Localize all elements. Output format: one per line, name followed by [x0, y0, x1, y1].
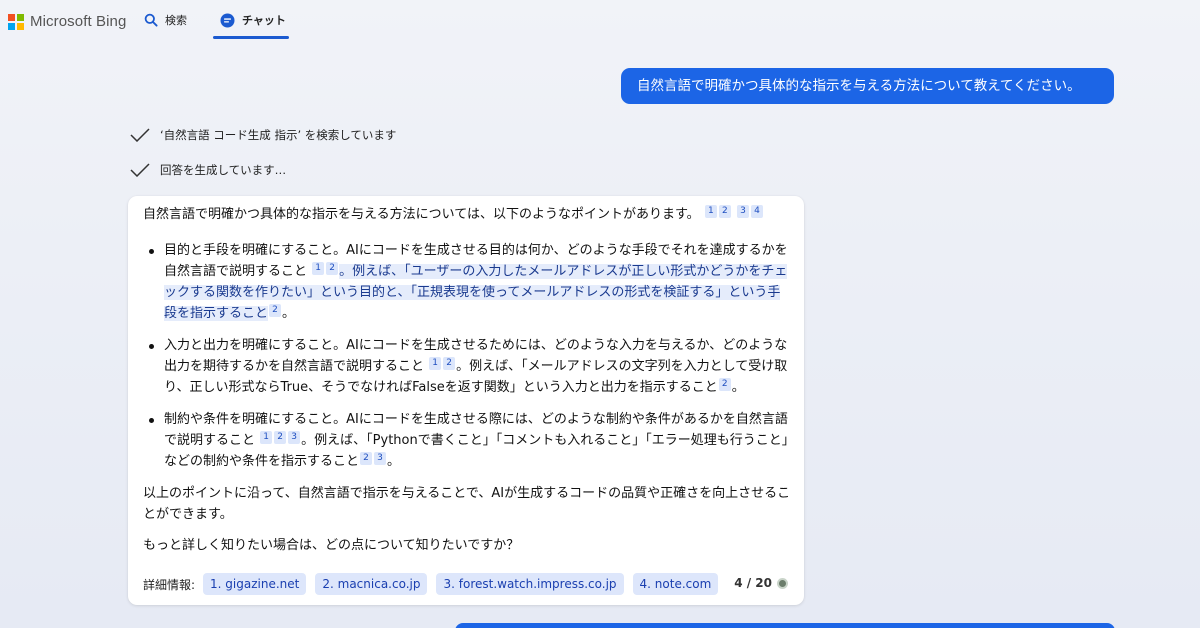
answer-followup-question: もっと詳しく知りたい場合は、どの点について知りたいですか？ — [143, 538, 520, 553]
tab-chat-label: チャット — [242, 14, 286, 27]
point-end: 。 — [282, 306, 296, 321]
user-message-bubble: 自然言語で明確かつ具体的な指示を与える方法について教えてください。 — [621, 68, 1114, 104]
source-link-1[interactable]: 1. gigazine.net — [203, 573, 307, 595]
list-item: 目的と手段を明確にすること。AIにコードを生成させる目的は何か、どのような手段で… — [143, 240, 793, 324]
citation-link[interactable]: 2 — [360, 452, 373, 465]
citation-link[interactable]: 2 — [274, 431, 287, 444]
turn-counter-text: 4 / 20 — [734, 576, 772, 590]
checkmark-icon — [130, 128, 150, 142]
list-item: 制約や条件を明確にすること。AIにコードを生成させる際には、どのような制約や条件… — [143, 409, 793, 472]
top-header: Microsoft Bing 検索 チャット — [0, 0, 1200, 44]
list-item: 入力と出力を明確にすること。AIにコードを生成させるためには、どのような入力を与… — [143, 335, 793, 398]
tab-search-label: 検索 — [165, 14, 187, 27]
chat-icon — [220, 13, 235, 27]
status-searching-text: ‘自然言語 コード生成 指示’ を検索しています — [160, 128, 397, 142]
answer-intro: 自然言語で明確かつ具体的な指示を与える方法については、以下のようなポイントがあり… — [143, 204, 793, 225]
next-message-bubble-edge — [455, 623, 1115, 628]
answer-card: 自然言語で明確かつ具体的な指示を与える方法については、以下のようなポイントがあり… — [128, 196, 804, 605]
microsoft-logo-icon — [8, 13, 24, 30]
status-searching: ‘自然言語 コード生成 指示’ を検索しています — [130, 127, 396, 143]
answer-intro-text: 自然言語で明確かつ具体的な指示を与える方法については、以下のようなポイントがあり… — [143, 207, 700, 222]
citation-link[interactable]: 2 — [443, 357, 456, 370]
answer-body: 自然言語で明確かつ具体的な指示を与える方法については、以下のようなポイントがあり… — [143, 204, 793, 566]
citation-link[interactable]: 2 — [718, 378, 731, 391]
citation-link[interactable]: 1 — [429, 357, 442, 370]
tab-search[interactable]: 検索 — [144, 12, 187, 28]
search-icon — [144, 13, 158, 27]
brand-name: Microsoft Bing — [30, 13, 127, 30]
source-link-3[interactable]: 3. forest.watch.impress.co.jp — [436, 573, 624, 595]
sources-label: 詳細情報: — [143, 577, 196, 592]
citation-link[interactable]: 3 — [288, 431, 301, 444]
point-end: 。 — [387, 454, 401, 469]
citation-link[interactable]: 1 — [260, 431, 273, 444]
turn-counter: 4 / 20 — [734, 576, 788, 590]
status-dot-icon — [777, 577, 788, 589]
checkmark-icon — [130, 163, 150, 177]
sources-footer: 詳細情報: 1. gigazine.net 2. macnica.co.jp 3… — [143, 572, 793, 596]
citation-link[interactable]: 2 — [718, 205, 731, 218]
source-link-2[interactable]: 2. macnica.co.jp — [315, 573, 428, 595]
citation-link[interactable]: 2 — [326, 262, 339, 275]
point-end: 。 — [731, 380, 745, 395]
citation-link[interactable]: 3 — [374, 452, 387, 465]
bing-logo-link[interactable]: Microsoft Bing — [8, 13, 126, 30]
citation-link[interactable]: 4 — [750, 205, 763, 218]
point-text: 。例えば、「Pythonで書くこと」「コメントも入れること」「エラー処理も行うこ… — [164, 433, 789, 469]
status-generating: 回答を生成しています… — [130, 162, 286, 178]
answer-conclusion: 以上のポイントに沿って、自然言語で指示を与えることで、AIが生成するコードの品質… — [143, 486, 791, 522]
source-link-4[interactable]: 4. note.com — [632, 573, 719, 595]
citation-link[interactable]: 3 — [736, 205, 749, 218]
citation-link[interactable]: 1 — [312, 262, 325, 275]
active-tab-indicator — [213, 36, 289, 39]
status-generating-text: 回答を生成しています… — [160, 163, 287, 177]
citation-link[interactable]: 2 — [269, 304, 282, 317]
citation-link[interactable]: 1 — [704, 205, 717, 218]
tab-chat[interactable]: チャット — [220, 12, 286, 28]
answer-points-list: 目的と手段を明確にすること。AIにコードを生成させる目的は何か、どのような手段で… — [143, 240, 793, 472]
